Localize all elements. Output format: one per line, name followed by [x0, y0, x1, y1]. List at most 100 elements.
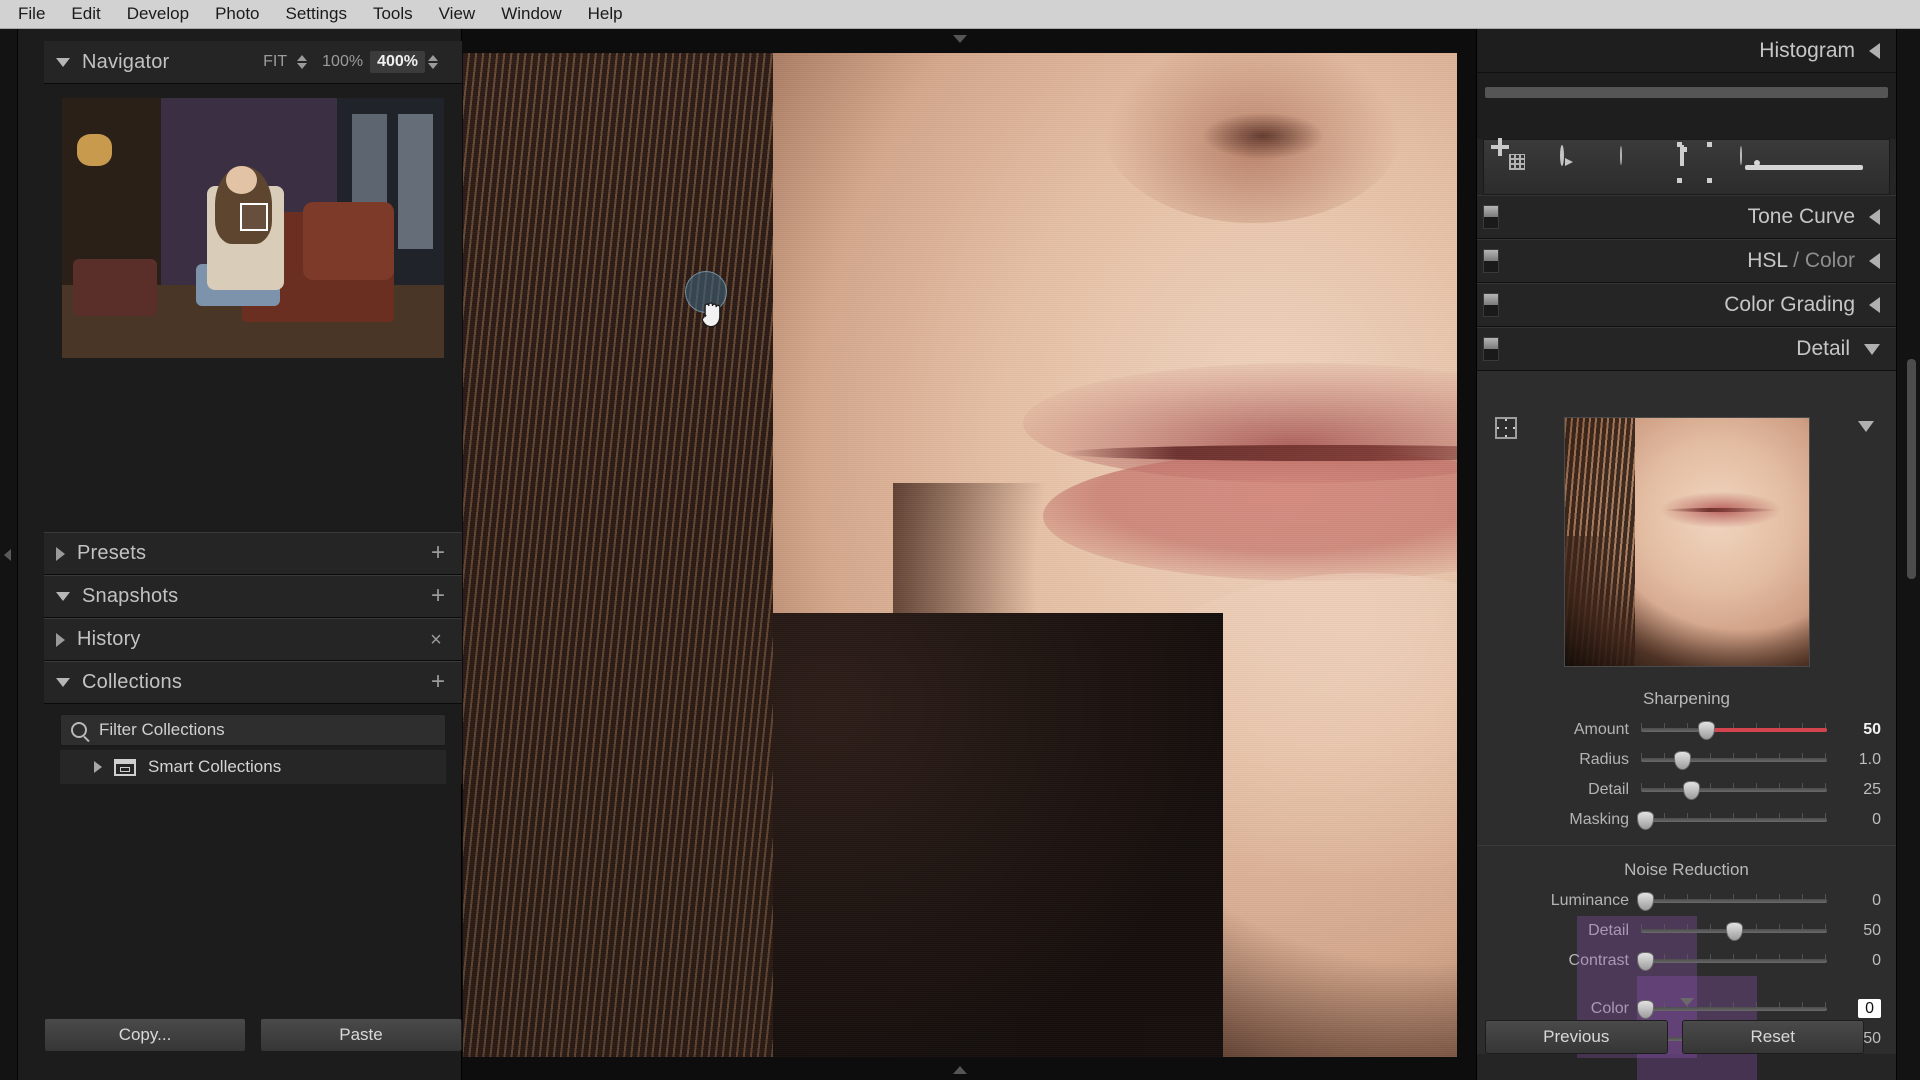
slider-value[interactable]: 50: [1827, 922, 1899, 940]
clear-history-button[interactable]: ×: [426, 630, 446, 650]
image-viewer[interactable]: [463, 29, 1457, 1080]
history-header[interactable]: History ×: [44, 618, 462, 661]
slider-row-radius[interactable]: Radius 1.0: [1477, 745, 1896, 775]
detail-switch[interactable]: [1483, 337, 1499, 361]
navigator-header[interactable]: Navigator FIT 100% 400%: [44, 41, 462, 84]
noise-reduction-title: Noise Reduction: [1624, 860, 1749, 879]
top-panel-toggle-icon[interactable]: [953, 35, 967, 43]
paste-button[interactable]: Paste: [260, 1018, 462, 1052]
slider-value[interactable]: 0: [1827, 892, 1899, 910]
right-panel-scrollbar[interactable]: [1907, 359, 1916, 579]
slider-knob[interactable]: [1636, 892, 1654, 911]
spot-removal-icon[interactable]: [1560, 145, 1600, 187]
slider-row-detail[interactable]: Detail 50: [1477, 916, 1896, 946]
filmstrip-toggle-icon[interactable]: [953, 1066, 967, 1074]
presets-header[interactable]: Presets +: [44, 532, 462, 575]
menu-file[interactable]: File: [6, 1, 57, 27]
menu-develop[interactable]: Develop: [115, 1, 201, 27]
menu-settings[interactable]: Settings: [274, 1, 359, 27]
filter-collections-input[interactable]: Filter Collections: [60, 714, 446, 746]
slider-value[interactable]: 0: [1827, 999, 1899, 1018]
left-panel-collapse-bar[interactable]: [0, 29, 18, 1080]
slider-track[interactable]: [1636, 886, 1827, 916]
slider-knob[interactable]: [1683, 781, 1701, 800]
menu-tools[interactable]: Tools: [361, 1, 425, 27]
navigator-zoom-options: FIT 100% 400%: [256, 51, 462, 73]
chevron-left-icon[interactable]: [1869, 297, 1880, 313]
chevron-left-icon[interactable]: [1869, 209, 1880, 225]
slider-track[interactable]: [1641, 745, 1827, 775]
reset-button[interactable]: Reset: [1681, 1020, 1864, 1054]
slider-value-selected[interactable]: 0: [1858, 999, 1881, 1018]
slider-knob[interactable]: [1673, 751, 1691, 770]
masking-icon[interactable]: [1680, 145, 1720, 187]
hand-cursor-icon: [701, 302, 721, 328]
chevron-right-icon[interactable]: [94, 761, 102, 773]
add-preset-button[interactable]: +: [428, 540, 448, 564]
menu-window[interactable]: Window: [489, 1, 573, 27]
chevron-left-icon[interactable]: [1869, 253, 1880, 269]
collections-header[interactable]: Collections +: [44, 661, 462, 704]
slider-label: Color: [1590, 1000, 1629, 1017]
tone-curve-switch[interactable]: [1483, 205, 1499, 229]
crop-overlay-icon[interactable]: [1491, 138, 1540, 187]
photo-canvas[interactable]: [463, 53, 1457, 1057]
zoom-fit-option[interactable]: FIT: [256, 51, 294, 73]
color-grading-switch[interactable]: [1483, 293, 1499, 317]
slider-row-masking[interactable]: Masking 0: [1477, 805, 1896, 835]
zoom-stepper-icon[interactable]: [297, 55, 308, 69]
slider-value[interactable]: 25: [1827, 781, 1899, 799]
zoom-level-stepper-icon[interactable]: [428, 55, 438, 69]
slider-value[interactable]: 0: [1827, 811, 1899, 829]
tone-curve-title: Tone Curve: [1747, 205, 1855, 228]
tone-curve-header[interactable]: Tone Curve: [1477, 195, 1896, 239]
zoom-400-option[interactable]: 400%: [370, 51, 425, 73]
menu-edit[interactable]: Edit: [59, 1, 112, 27]
slider-label: Amount: [1573, 721, 1629, 738]
slider-row-luminance[interactable]: Luminance 0: [1477, 886, 1896, 916]
hsl-color-switch[interactable]: [1483, 249, 1499, 273]
slider-knob[interactable]: [1698, 721, 1716, 740]
slider-track[interactable]: [1641, 775, 1827, 805]
target-loupe-icon[interactable]: [1495, 417, 1517, 439]
slider-value[interactable]: 50: [1827, 721, 1899, 739]
color-grading-header[interactable]: Color Grading: [1477, 283, 1896, 327]
slider-value[interactable]: 0: [1827, 952, 1899, 970]
chevron-down-icon[interactable]: [1858, 421, 1874, 432]
navigator-view-rect[interactable]: [240, 203, 268, 231]
slider-row-detail[interactable]: Detail 25: [1477, 775, 1896, 805]
right-panel-collapse-bar[interactable]: [1896, 29, 1920, 1080]
menu-help[interactable]: Help: [576, 1, 635, 27]
slider-row-contrast[interactable]: Contrast 0: [1477, 946, 1896, 976]
slider-row-amount[interactable]: Amount 50: [1477, 715, 1896, 745]
red-eye-icon[interactable]: [1620, 146, 1660, 187]
copy-button[interactable]: Copy...: [44, 1018, 246, 1052]
slider-track[interactable]: [1636, 805, 1827, 835]
develop-tool-strip: [1483, 138, 1890, 195]
scroll-down-icon[interactable]: [1679, 998, 1694, 1006]
slider-knob[interactable]: [1726, 922, 1743, 941]
detail-preview-thumbnail[interactable]: [1563, 417, 1810, 667]
slider-track[interactable]: [1641, 916, 1827, 946]
slider-value[interactable]: 1.0: [1827, 751, 1899, 769]
hsl-color-header[interactable]: HSL / Color: [1477, 239, 1896, 283]
detail-header[interactable]: Detail: [1477, 327, 1896, 371]
previous-button[interactable]: Previous: [1485, 1020, 1668, 1054]
slider-fill: [1706, 728, 1827, 732]
add-collection-button[interactable]: +: [428, 669, 448, 693]
slider-knob[interactable]: [1636, 1000, 1654, 1019]
slider-track[interactable]: [1641, 715, 1827, 745]
list-item[interactable]: Smart Collections: [60, 750, 446, 784]
add-snapshot-button[interactable]: +: [428, 583, 448, 607]
snapshots-header[interactable]: Snapshots +: [44, 575, 462, 618]
chevron-left-icon[interactable]: [1869, 42, 1880, 59]
navigator-thumbnail[interactable]: [62, 98, 444, 358]
zoom-100-option[interactable]: 100%: [315, 51, 370, 73]
slider-knob[interactable]: [1636, 811, 1654, 830]
chevron-down-icon[interactable]: [1864, 343, 1880, 355]
menu-photo[interactable]: Photo: [203, 1, 271, 27]
menu-view[interactable]: View: [427, 1, 488, 27]
histogram-header[interactable]: Histogram: [1477, 29, 1896, 73]
slider-knob[interactable]: [1636, 952, 1654, 971]
slider-track[interactable]: [1636, 946, 1827, 976]
